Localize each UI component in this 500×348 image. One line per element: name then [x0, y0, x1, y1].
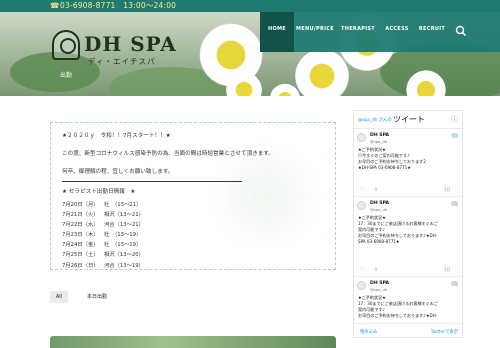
share-icon[interactable]: ⇪ — [374, 187, 388, 193]
schedule-list: 7月20日（月） 杜 （13～21） 7月21日（火） 相沢（13～21） 7月22… — [62, 200, 144, 271]
tweet-handle[interactable]: @spa_dh — [370, 139, 387, 144]
schedule-date: 7月21日（火） — [62, 212, 99, 219]
avatar[interactable] — [357, 281, 366, 290]
twitter-bird-icon[interactable] — [451, 201, 458, 206]
twitter-timeline: @spa_dh さんの ツイート ⓘ DH SPA @spa_dh ★ご予約状況… — [353, 110, 464, 339]
schedule-title: ★ セラピスト出勤日情報 ★ — [62, 189, 136, 195]
search-icon[interactable] — [454, 24, 468, 38]
schedule-therapist: 河合（13～21） — [104, 222, 144, 229]
nav-menu-price[interactable]: MENU/PRICE — [294, 26, 336, 32]
twitter-handle[interactable]: @spa_dh さんの — [358, 117, 392, 123]
tweet-time[interactable]: 1日 — [444, 267, 458, 273]
tweet-body: ★ご予約状況★ 17：30までにご来店頂けるお客様すぐのご 案内可能です♪ お早… — [358, 295, 458, 319]
avatar[interactable] — [357, 133, 366, 142]
tweet-author[interactable]: DH SPA — [370, 281, 389, 286]
schedule-row: 7月22日（水） 河合（13～21） — [62, 220, 144, 230]
avatar[interactable] — [357, 201, 366, 210]
schedule-therapist: 相沢（13～20） — [104, 252, 144, 259]
brand-name: DH SPA — [84, 32, 177, 56]
tweet-actions: ♡ ⇪ 1日 — [360, 267, 451, 273]
tweet-body: ★ご予約状況★ 只今すぐのご案内可能です♪ お早目のご予約お待ちしております2 … — [358, 147, 458, 171]
tag-today-attendance[interactable]: 本日出勤 — [82, 291, 112, 303]
reply-icon[interactable]: ♡ — [360, 187, 374, 193]
twitter-title: ツイート — [393, 115, 425, 124]
nav-access[interactable]: ACCESS — [380, 26, 414, 32]
reply-icon[interactable]: ♡ — [360, 267, 374, 273]
tweet-actions: ♡ ⇪ 1日 — [360, 187, 451, 193]
phone-icon: ☎ — [50, 1, 60, 10]
tweet-time[interactable]: 1日 — [444, 187, 458, 193]
tweet-line: ★DH-SPA 03-6908-8771★ — [358, 165, 411, 170]
schedule-therapist: 相沢（13～21） — [104, 212, 144, 219]
hero-banner: DH SPA ディ・エイチスパ HOME MENU/PRICE THERAPIS… — [0, 12, 500, 96]
schedule-therapist: 杜 （13～19） — [104, 232, 142, 239]
post-headline: ★２０２０ｙ 令和！！7月スタート！！★ — [62, 133, 171, 139]
schedule-row: 7月26日（日） 河合（13～19） — [62, 261, 144, 271]
brand-kana: ディ・エイチスパ — [88, 57, 156, 66]
schedule-row: 7月25日（土） 相沢（13～20） — [62, 250, 144, 260]
schedule-row: 7月24日（金） 杜 （13～19） — [62, 240, 144, 250]
tag-all[interactable]: All — [50, 291, 68, 303]
tweet-item[interactable]: DH SPA @spa_dh ★ご予約状況★ 17：30までにご来店頂けるお客様… — [354, 277, 464, 323]
post-divider — [62, 181, 242, 182]
schedule-row: 7月21日（火） 相沢（13～21） — [62, 210, 144, 220]
schedule-therapist: 杜 （13～21） — [104, 202, 142, 208]
view-on-twitter-link[interactable]: Twitterで表示 — [431, 329, 458, 335]
share-icon[interactable]: ⇪ — [374, 267, 388, 273]
post-watermark — [211, 141, 321, 251]
post-card: ★２０２０ｙ 令和！！7月スタート！！★ この度、新型コロナウィルス感染予防の為… — [50, 122, 336, 270]
phone-number[interactable]: ☎03-6908-8771 13:00〜24:00 — [50, 0, 176, 12]
phone-text: 03-6908-8771 13:00〜24:00 — [60, 1, 177, 10]
twitter-header: @spa_dh さんの ツイート ⓘ — [354, 111, 464, 129]
twitter-bird-icon[interactable] — [451, 133, 458, 138]
schedule-date: 7月26日（日） — [62, 262, 99, 269]
tweet-handle[interactable]: @spa_dh — [370, 287, 387, 292]
post-notice: この度、新型コロナウィルス感染予防の為、当面の間は時短営業とさせて頂きます。 — [62, 151, 275, 157]
nav-recruit[interactable]: RECRUIT — [414, 26, 450, 32]
schedule-therapist: 杜 （13～19） — [104, 242, 142, 249]
schedule-row: 7月23日（木） 杜 （13～19） — [62, 230, 144, 240]
tweet-author[interactable]: DH SPA — [370, 201, 389, 206]
schedule-date: 7月22日（水） — [62, 222, 99, 229]
embed-link[interactable]: 埋め込み — [360, 329, 377, 335]
nav-home[interactable]: HOME — [260, 12, 294, 52]
tweet-author[interactable]: DH SPA — [370, 133, 389, 138]
schedule-date: 7月23日（木） — [62, 232, 99, 239]
twitter-bird-icon[interactable] — [451, 281, 458, 286]
schedule-date: 7月24日（金） — [62, 242, 99, 249]
schedule-row: 7月20日（月） 杜 （13～21） — [62, 200, 144, 210]
top-contact-bar: ☎03-6908-8771 13:00〜24:00 — [0, 0, 500, 12]
horseshoe-emblem-icon — [52, 30, 80, 60]
post-notice-2: 何卒、御理解の程、宜しくお願い致します。 — [62, 169, 174, 175]
tweet-handle[interactable]: @spa_dh — [370, 207, 387, 212]
tweet-line: お早目のご予約お待ちしております♪★DH- — [358, 313, 438, 318]
tweet-item[interactable]: DH SPA @spa_dh ★ご予約状況★ 17：30までにご来店頂けるお客様… — [354, 197, 464, 277]
main-nav: HOME MENU/PRICE THERAPIST ACCESS RECRUIT — [260, 12, 500, 52]
tweet-item[interactable]: DH SPA @spa_dh ★ご予約状況★ 只今すぐのご案内可能です♪ お早目… — [354, 129, 464, 197]
schedule-date: 7月25日（土） — [62, 252, 99, 259]
info-icon[interactable]: ⓘ — [451, 114, 458, 124]
page-heading: 出勤 — [60, 72, 73, 79]
tweet-body: ★ご予約状況★ 17：30までにご来店頂けるお客様すぐのご 案内可能です♪ お早… — [358, 215, 458, 245]
next-post-thumbnail[interactable] — [50, 336, 336, 348]
schedule-date: 7月20日（月） — [62, 202, 99, 208]
twitter-footer: 埋め込み Twitterで表示 — [354, 323, 464, 339]
site-logo[interactable]: DH SPA ディ・エイチスパ — [52, 30, 192, 76]
tweet-line: SPA 03-6908-8771★ — [358, 239, 400, 244]
nav-therapist[interactable]: THERAPIST — [338, 26, 378, 32]
schedule-therapist: 河合（13～19） — [104, 262, 144, 269]
